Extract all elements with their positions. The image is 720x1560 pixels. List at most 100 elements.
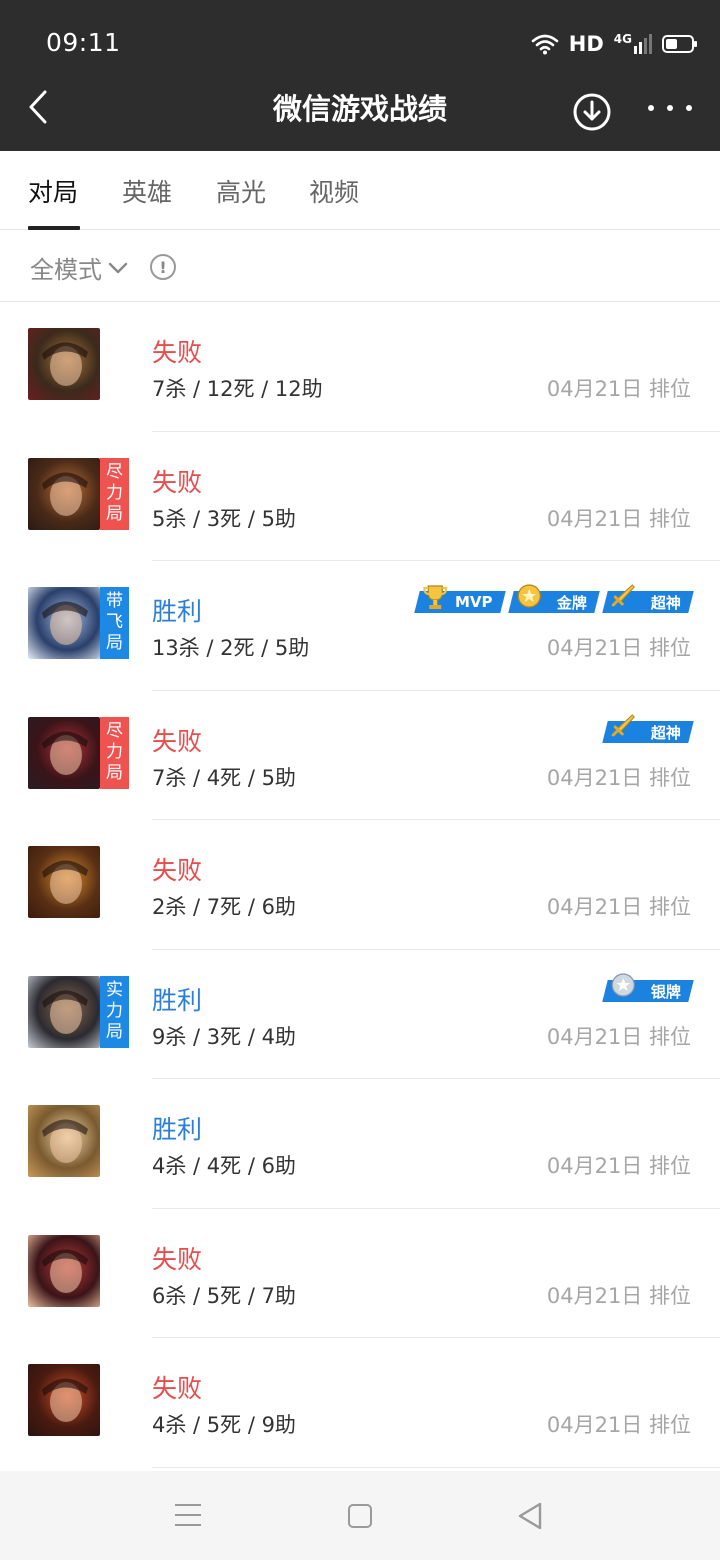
kda-stats: 6杀 / 5死 / 7助 [152,1283,296,1308]
battery-icon [662,35,697,53]
match-result: 失败 [152,338,203,367]
match-date: 04月21日 [546,506,643,531]
badge-label: 超神 [650,723,681,741]
match-type: 排位 [649,1413,691,1437]
match-meta: 04月21日 排位 [547,1280,691,1310]
kda-stats: 13杀 / 2死 / 5助 [152,636,310,660]
badge-label: 金牌 [556,593,587,612]
sword-icon [610,713,636,741]
more-button[interactable] [648,96,692,120]
mode-dropdown[interactable]: 全模式 [30,250,128,285]
match-result: 胜利 [152,985,203,1015]
match-tag: 带飞局 [100,587,129,659]
match-date: 04月21日 [546,765,643,790]
match-row[interactable]: 胜利 4杀 / 4死 / 6助 04月21日 排位 [0,1079,720,1209]
match-tag: 尽力局 [100,457,129,530]
kda-stats: 7杀 / 12死 / 12助 [152,377,323,401]
mode-label: 全模式 [30,256,102,284]
achievement-badge: MVP [414,585,506,613]
badge-group: 银牌 [602,972,694,1002]
match-result: 失败 [152,467,203,497]
match-type: 排位 [649,1283,691,1308]
hero-avatar [28,1234,100,1307]
gold-medal-icon [516,583,542,611]
hero-avatar [28,587,100,659]
app-header: 09:11 HD 4G 微信游戏战绩 [0,0,720,151]
match-meta: 04月21日 排位 [547,373,691,403]
dot-icon [648,105,654,111]
wifi-icon [531,34,559,55]
match-date: 04月21日 [546,636,643,660]
match-row[interactable]: 失败 2杀 / 7死 / 6助 04月21日 排位 [0,820,720,950]
kda-stats: 7杀 / 4死 / 5助 [152,765,296,790]
badge-label: 银牌 [650,982,681,1000]
match-result: 失败 [152,856,203,885]
hero-avatar [28,457,100,530]
achievement-badge: 金牌 [508,584,600,613]
match-tag: 实力局 [100,975,129,1048]
badge-label: 超神 [650,593,681,612]
kda-stats: 5杀 / 3死 / 5助 [152,506,296,531]
match-row[interactable]: 失败 7杀 / 12死 / 12助 04月21日 排位 [0,302,720,432]
signal-icon: 4G [614,32,652,54]
match-result: 胜利 [152,1115,203,1144]
match-type: 排位 [649,377,691,401]
match-meta: 04月21日 排位 [547,503,691,533]
match-meta: 04月21日 排位 [547,1021,691,1051]
dot-icon [667,105,673,111]
divider [152,1466,720,1468]
status-icons: HD 4G [531,28,697,60]
hero-avatar [28,975,100,1048]
match-date: 04月21日 [546,377,643,401]
achievement-badge: 银牌 [602,972,694,1002]
achievement-badge: 超神 [602,713,694,743]
match-row[interactable]: 失败 6杀 / 5死 / 7助 04月21日 排位 [0,1209,720,1338]
hero-avatar [28,1105,100,1177]
match-meta: 04月21日 排位 [547,1409,691,1439]
back-triangle-icon[interactable] [516,1501,544,1531]
kda-stats: 4杀 / 4死 / 6助 [152,1154,296,1178]
kda-stats: 2杀 / 7死 / 6助 [152,895,296,919]
match-type: 排位 [649,765,691,790]
achievement-badge: 超神 [602,584,694,613]
hero-avatar [28,328,100,400]
match-row[interactable]: 尽力局失败 5杀 / 3死 / 5助 04月21日 排位 [0,432,720,561]
match-date: 04月21日 [546,1283,643,1308]
match-row[interactable]: 尽力局失败 7杀 / 4死 / 5助 04月21日 排位 超神 [0,691,720,820]
status-time: 09:11 [46,28,121,57]
match-meta: 04月21日 排位 [547,1150,691,1180]
match-date: 04月21日 [546,1024,643,1049]
match-meta: 04月21日 排位 [547,762,691,792]
tab-matches[interactable]: 对局 [28,173,78,209]
match-row[interactable]: 实力局胜利 9杀 / 3死 / 4助 04月21日 排位 银牌 [0,950,720,1079]
sword-icon [610,583,636,611]
match-result: 失败 [152,1374,203,1403]
tab-videos[interactable]: 视频 [309,173,359,209]
kda-stats: 9杀 / 3死 / 4助 [152,1024,296,1049]
match-row[interactable]: 失败 4杀 / 5死 / 9助 04月21日 排位 [0,1338,720,1468]
match-meta: 04月21日 排位 [547,632,691,662]
network-label: HD [568,32,604,56]
tab-highlights[interactable]: 高光 [216,173,266,209]
download-button[interactable] [572,92,612,132]
match-result: 失败 [152,1244,203,1274]
match-type: 排位 [649,1024,691,1049]
match-result: 失败 [152,726,203,756]
match-type: 排位 [649,636,691,660]
match-type: 排位 [649,506,691,531]
badge-group: MVP 金牌 超神 [414,584,694,613]
menu-icon[interactable] [175,1504,201,1526]
hero-avatar [28,1364,100,1436]
dot-icon [686,105,692,111]
badge-label: MVP [455,593,493,611]
home-icon[interactable] [348,1504,372,1528]
tab-heroes[interactable]: 英雄 [122,173,172,209]
match-type: 排位 [649,1154,691,1178]
info-icon[interactable]: ! [150,254,176,280]
system-nav-bar [0,1471,720,1560]
match-list: 失败 7杀 / 12死 / 12助 04月21日 排位尽力局失败 5杀 / 3死 / … [0,302,720,1468]
match-date: 04月21日 [546,1154,643,1178]
match-row[interactable]: 带飞局胜利 13杀 / 2死 / 5助 04月21日 排位 MVP 金牌 超神 [0,561,720,691]
hero-avatar [28,846,100,918]
match-type: 排位 [649,895,691,919]
